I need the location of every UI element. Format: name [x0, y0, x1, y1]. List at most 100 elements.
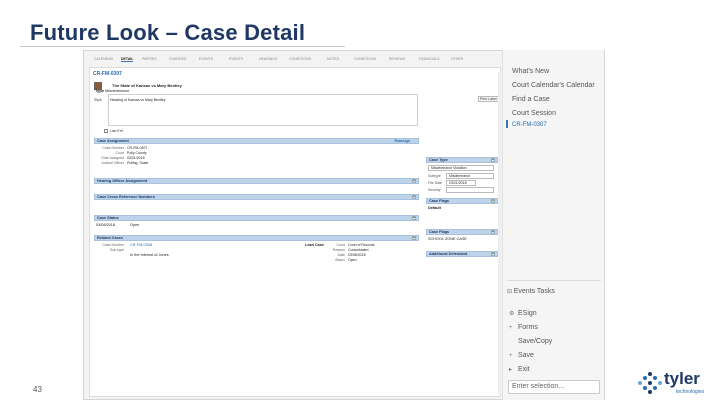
scrollbar[interactable] — [498, 72, 501, 394]
case-type-title: Case Type — [429, 158, 448, 162]
case-status-header[interactable]: Case Status + — [94, 215, 419, 221]
related-sub-row: Sub-type — [94, 248, 127, 253]
style-field-label: Style — [94, 98, 102, 102]
divider — [507, 280, 601, 281]
related-value: Consolidated — [348, 248, 369, 252]
additional-defendant-title: Additional Defendant — [429, 252, 468, 256]
case-flags-2-title: Case Flags — [429, 230, 450, 234]
tab-other[interactable]: Other — [451, 57, 463, 61]
action-save[interactable]: + Save — [509, 352, 534, 359]
law-enf-checkbox-row[interactable]: Law Enf. — [104, 129, 124, 134]
case-flags-title: Case Flags — [429, 199, 450, 203]
assignment-row: Judicial Officer Pulling, Susie — [94, 161, 148, 166]
type-label: Type — [95, 88, 105, 93]
slide-title: Future Look – Case Detail — [30, 20, 306, 45]
tab-events[interactable]: Events — [199, 57, 213, 61]
action-exit[interactable]: ▸ Exit — [509, 366, 530, 373]
case-type-field[interactable]: Misdemeanor Violation — [428, 165, 494, 171]
current-indicator — [506, 120, 508, 128]
checkbox-label: Law Enf. — [110, 129, 124, 133]
nav-whats-new[interactable]: What's New — [512, 68, 549, 75]
expand-icon[interactable]: + — [491, 252, 495, 256]
cross-reference-title: Case Cross Reference Numbers — [97, 195, 155, 199]
case-flags-header[interactable]: Case Flags + — [426, 198, 498, 204]
nav-court-calendar[interactable]: Court Calendar's Calendar — [512, 82, 595, 89]
slide: Future Look – Case Detail Calendar Detai… — [0, 0, 720, 405]
subtype-field[interactable]: Misdemeanor — [446, 173, 494, 179]
page-number: 43 — [33, 385, 42, 394]
case-status-title: Case Status — [97, 216, 119, 220]
tab-detail[interactable]: Detail — [121, 57, 134, 62]
cross-reference-header[interactable]: Case Cross Reference Numbers + — [94, 194, 419, 200]
tab-conditions[interactable]: Conditions — [289, 57, 311, 61]
nav-current-case[interactable]: CR-FM-0307 — [512, 122, 547, 128]
related-sub-value: In the Interest of Jones — [130, 253, 169, 257]
status-value: Open — [130, 223, 140, 227]
related-key: Status — [335, 258, 345, 262]
expand-icon[interactable]: + — [491, 230, 495, 234]
title-divider — [20, 46, 345, 47]
related-key: Sub-type — [109, 248, 124, 252]
expand-icon[interactable]: + — [491, 199, 495, 203]
checkbox[interactable] — [104, 129, 108, 134]
tyler-wordmark: tyler — [664, 369, 700, 388]
right-navigation: What's New Court Calendar's Calendar Fin… — [502, 50, 604, 400]
expand-icon[interactable]: + — [491, 158, 495, 162]
print-label-button[interactable]: Print Label — [478, 96, 499, 102]
related-value: Court of Records — [348, 243, 375, 247]
hearing-officer-header[interactable]: Hearing Officer Assignment + — [94, 178, 419, 184]
action-esign[interactable]: ⚙ ESign — [509, 310, 537, 317]
related-cases-header[interactable]: Related Cases + — [94, 235, 419, 241]
case-flag-value: Default — [428, 206, 441, 210]
action-label: ESign — [518, 310, 537, 317]
events-tasks-label: Events Tasks — [513, 288, 555, 295]
case-assignment-title: Case Assignment — [97, 139, 129, 143]
assignment-value: Polly County — [127, 151, 147, 155]
action-save-copy[interactable]: Save/Copy — [509, 338, 552, 345]
case-type-header[interactable]: Case Type + — [426, 157, 498, 163]
expand-icon[interactable]: + — [412, 179, 416, 183]
nav-find-case[interactable]: Find a Case — [512, 96, 550, 103]
case-type-line: Type Misdemeanor — [95, 88, 129, 93]
case-detail-panel: CR-FM-0307 The State of Kansas vs Mary B… — [89, 67, 501, 397]
case-flags-2-header[interactable]: Case Flags + — [426, 229, 498, 235]
tyler-logo: tyler technologies — [636, 368, 720, 400]
style-field-value: Heading of Kansas vs Mary Bentley — [110, 98, 166, 102]
exit-icon: ▸ — [509, 367, 513, 373]
nav-court-session[interactable]: Court Session — [512, 110, 556, 117]
tyler-tagline: technologies — [676, 389, 705, 395]
related-cases-title: Related Cases — [97, 236, 123, 240]
tab-conditions-2[interactable]: Conditions — [354, 57, 376, 61]
enter-selection-input[interactable]: Enter selection... — [508, 380, 600, 394]
tab-parties[interactable]: Parties — [142, 57, 157, 61]
tab-reviews[interactable]: Reviews — [389, 57, 405, 61]
tab-hearings[interactable]: Hearings — [259, 57, 277, 61]
tab-notes[interactable]: Notes — [327, 57, 339, 61]
subtype-label: Subtype — [428, 174, 441, 178]
events-tasks[interactable]: ⊟ Events Tasks — [507, 288, 555, 295]
expand-icon[interactable]: + — [412, 195, 416, 199]
severity-field[interactable] — [446, 187, 494, 193]
action-label: Save — [518, 352, 534, 359]
additional-defendant-header[interactable]: Additional Defendant + — [426, 251, 498, 257]
action-forms[interactable]: + Forms — [509, 324, 538, 331]
collapse-icon: ⊟ — [507, 289, 514, 295]
file-date-label: File Date — [428, 181, 443, 185]
tab-calendar[interactable]: Calendar — [94, 57, 113, 61]
expand-icon[interactable]: + — [412, 216, 416, 220]
tab-charges[interactable]: Charges — [169, 57, 186, 61]
hearing-officer-title: Hearing Officer Assignment — [97, 179, 148, 183]
case-number-heading: CR-FM-0307 — [93, 71, 122, 77]
expand-icon[interactable]: + — [412, 236, 416, 240]
case-assignment-header[interactable]: Case Assignment Reassign — [94, 138, 419, 144]
file-date-field[interactable]: 03/21/2018 — [446, 180, 476, 186]
related-case-link[interactable]: CR-FM-0308 — [130, 243, 152, 247]
assignment-key: Judicial Officer — [101, 161, 124, 165]
reassign-link[interactable]: Reassign — [394, 139, 410, 144]
tab-financials[interactable]: Financials — [419, 57, 440, 61]
related-status-row: Status Open — [315, 258, 357, 263]
severity-label: Severity — [428, 188, 441, 192]
tab-events-2[interactable]: Events — [229, 57, 243, 61]
related-value: Open — [348, 258, 357, 262]
type-value: Misdemeanor — [105, 88, 130, 93]
